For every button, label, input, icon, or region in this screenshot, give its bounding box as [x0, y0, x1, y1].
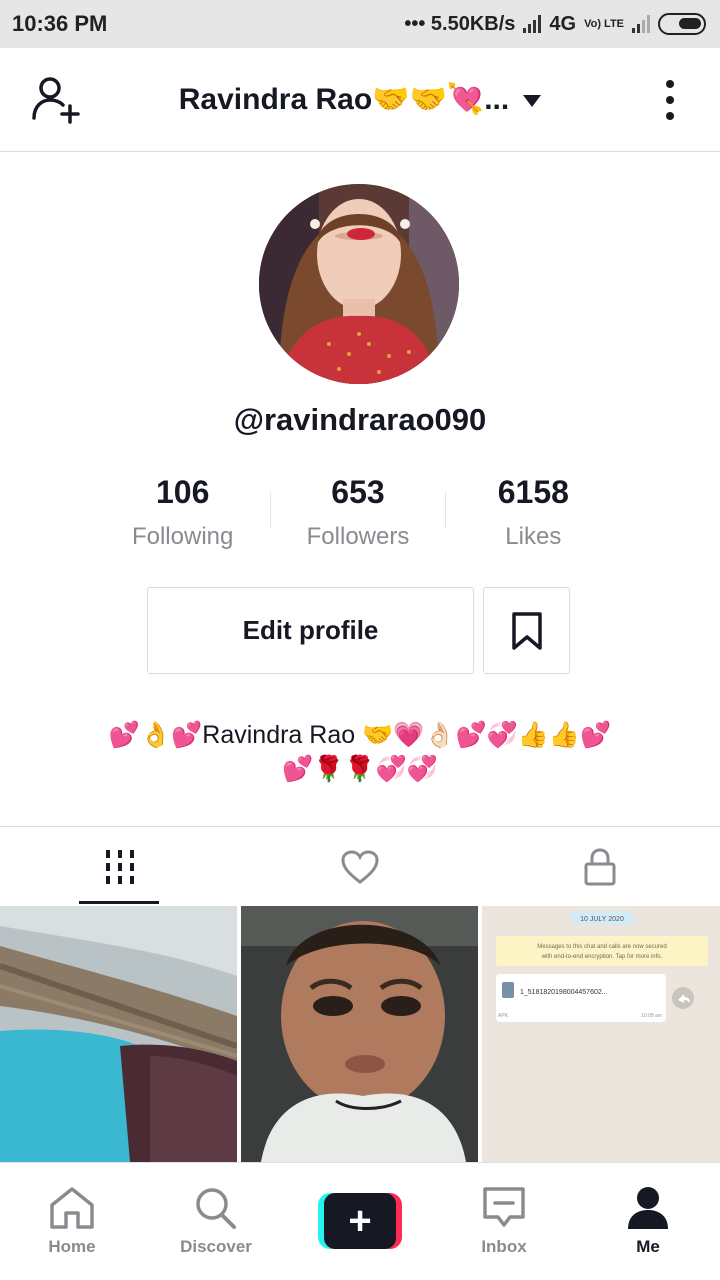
stat-followers[interactable]: 653 Followers — [270, 470, 446, 560]
volte-icon: Vo) LTE — [584, 18, 624, 30]
nav-label: Inbox — [481, 1237, 527, 1256]
file-name: 1_5181820198004457602... — [520, 989, 608, 996]
status-bar: 10:36 PM ••• 5.50KB/s 4G Vo) LTE — [0, 0, 720, 48]
stat-value: 653 — [331, 474, 385, 510]
svg-text:Messages to this chat and call: Messages to this chat and calls are now … — [537, 944, 666, 950]
nav-inbox[interactable]: Inbox — [432, 1163, 576, 1280]
avatar[interactable] — [259, 184, 459, 384]
nav-me[interactable]: Me — [576, 1163, 720, 1280]
person-icon — [628, 1187, 668, 1229]
bookmark-button[interactable] — [483, 587, 570, 674]
video-thumbnail[interactable] — [241, 906, 479, 1162]
nav-label: Discover — [180, 1237, 252, 1256]
edit-profile-button[interactable]: Edit profile — [147, 587, 474, 674]
tab-private[interactable] — [480, 827, 720, 906]
battery-icon — [658, 13, 706, 35]
nav-create[interactable]: + — [288, 1163, 432, 1280]
stat-label: Likes — [505, 523, 562, 550]
add-user-icon[interactable] — [30, 76, 86, 124]
stat-value: 6158 — [497, 474, 569, 510]
profile-stats: 106 Following 653 Followers 6158 Likes — [95, 470, 621, 560]
profile-bio: 💕👌💕Ravindra Rao 🤝💗👌🏻💕💞👍👍💕 💕🌹🌹💞💞 — [60, 718, 660, 786]
lock-icon — [584, 847, 616, 885]
status-indicators: ••• 5.50KB/s 4G Vo) LTE — [404, 13, 706, 36]
profile-header: Ravindra Rao🤝🤝💘... — [0, 48, 720, 152]
home-icon — [50, 1187, 94, 1229]
username: @ravindrarao090 — [233, 402, 487, 437]
more-options-icon[interactable] — [660, 80, 680, 120]
svg-text:with end-to-end encryption. Ta: with end-to-end encryption. Tap for more… — [541, 954, 663, 960]
status-time: 10:36 PM — [12, 11, 108, 36]
chat-date: 10 JULY 2020 — [580, 916, 624, 923]
stat-label: Followers — [306, 523, 410, 550]
network-speed: ••• 5.50KB/s — [404, 12, 516, 35]
account-switcher[interactable]: Ravindra Rao🤝🤝💘... — [178, 82, 542, 117]
file-time: 10:08 am — [641, 1013, 662, 1019]
heart-icon — [341, 849, 379, 884]
video-thumbnail[interactable] — [0, 906, 238, 1162]
bio-line: 💕🌹🌹💞💞 — [282, 755, 438, 783]
nav-discover[interactable]: Discover — [144, 1163, 288, 1280]
grid-icon — [106, 849, 134, 884]
chevron-down-icon — [523, 94, 542, 107]
video-grid: 10 JULY 2020 Messages to this chat and c… — [0, 906, 720, 1162]
plus-icon: + — [324, 1193, 396, 1249]
stat-following[interactable]: 106 Following — [95, 470, 270, 560]
network-type: 4G — [549, 12, 577, 35]
signal-icon — [523, 15, 542, 33]
nav-home[interactable]: Home — [0, 1163, 144, 1280]
inbox-icon — [483, 1187, 525, 1227]
page-title: Ravindra Rao🤝🤝💘... — [178, 83, 510, 116]
tab-liked[interactable] — [240, 827, 480, 906]
bookmark-icon — [511, 611, 542, 650]
tab-videos[interactable] — [0, 827, 240, 906]
file-type: APK — [498, 1013, 509, 1019]
stat-likes[interactable]: 6158 Likes — [446, 470, 621, 560]
divider — [270, 492, 272, 528]
content-tabs — [0, 826, 720, 906]
bottom-nav: Home Discover + Inbox Me — [0, 1162, 720, 1280]
search-icon — [196, 1188, 236, 1229]
stat-value: 106 — [155, 474, 210, 510]
signal-icon-2 — [632, 15, 650, 33]
nav-label: Me — [636, 1237, 660, 1256]
stat-label: Following — [131, 523, 234, 550]
nav-label: Home — [48, 1237, 96, 1256]
bio-line: 💕👌💕Ravindra Rao 🤝💗👌🏻💕💞👍👍💕 — [108, 721, 612, 749]
video-thumbnail[interactable]: 10 JULY 2020 Messages to this chat and c… — [482, 906, 720, 1162]
create-button[interactable]: + — [318, 1193, 402, 1249]
